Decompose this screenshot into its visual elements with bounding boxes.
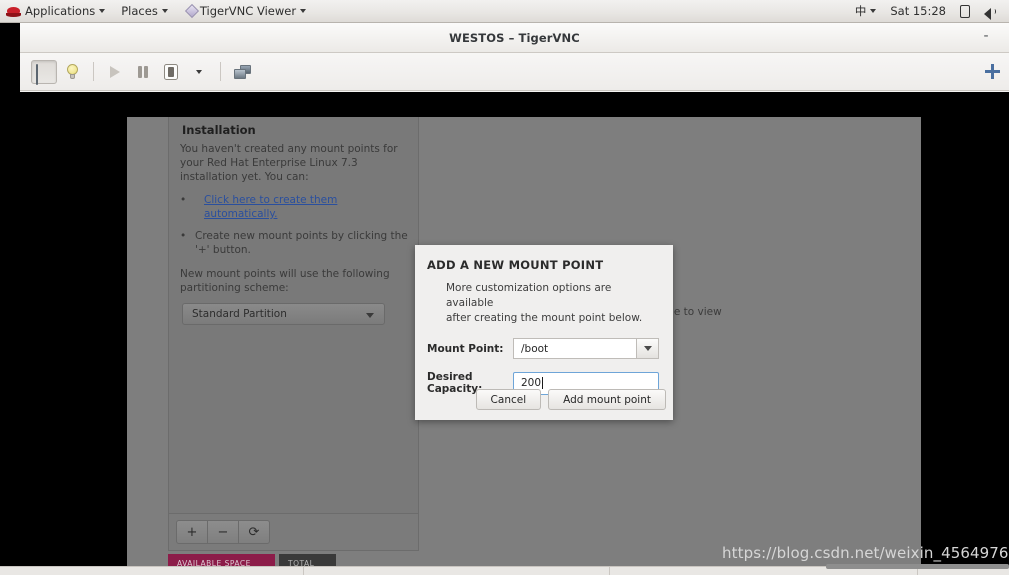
installation-panel: Installation You haven't created any mou… (168, 117, 419, 551)
chevron-down-icon (99, 9, 106, 13)
clock-label: Sat 15:28 (890, 4, 946, 18)
panel-paragraph: You haven't created any mount points for… (180, 143, 398, 183)
clipboard-icon (164, 63, 178, 80)
text-cursor (542, 377, 544, 389)
bullet-icon: • (180, 230, 187, 242)
panel-bullet-list: • Click here to create them automaticall… (169, 193, 418, 257)
toolbar-separator (220, 62, 221, 81)
toolbar-separator (93, 62, 94, 81)
mount-point-label: Mount Point: (427, 342, 504, 355)
cancel-button[interactable]: Cancel (475, 389, 542, 410)
add-mount-point-dialog: ADD A NEW MOUNT POINT More customization… (415, 245, 673, 420)
screenshot-root: Applications Places TigerVNC Viewer 中 Sa… (0, 0, 1009, 575)
menu-applications-label: Applications (25, 4, 96, 18)
options-button[interactable] (59, 60, 85, 84)
remove-mount-point-button[interactable]: − (207, 520, 239, 544)
move-handle-icon[interactable] (985, 64, 1000, 79)
play-button[interactable] (102, 60, 128, 84)
mount-point-dropdown-button[interactable] (636, 338, 659, 359)
create-automatically-link[interactable]: Click here to create them automatically. (204, 193, 408, 221)
menu-places-label: Places (121, 4, 158, 18)
chevron-down-icon (643, 346, 652, 351)
tigervnc-diamond-icon (184, 3, 200, 19)
vnc-canvas[interactable]: Installation You haven't created any mou… (20, 92, 1009, 575)
gnome-top-bar: Applications Places TigerVNC Viewer 中 Sa… (0, 0, 1009, 23)
add-mount-point-button[interactable]: + (176, 520, 208, 544)
tigervnc-window: WESTOS – TigerVNC - Installation You hav… (20, 23, 1009, 575)
dialog-subtitle-line2: after creating the mount point below. (446, 312, 643, 324)
clock[interactable]: Sat 15:28 (883, 0, 953, 22)
menu-tigervnc-viewer[interactable]: TigerVNC Viewer (176, 0, 314, 22)
dialog-actions: Cancel Add mount point (475, 389, 666, 410)
partitioning-scheme-text: New mount points will use the following … (180, 268, 390, 294)
input-method-indicator[interactable]: 中 (848, 0, 884, 22)
window-switcher-button[interactable] (229, 60, 255, 84)
full-screen-button[interactable] (31, 59, 57, 85)
taskbar-segment[interactable] (0, 567, 304, 575)
clipboard-button[interactable] (158, 60, 184, 84)
remote-desktop-anaconda: Installation You haven't created any mou… (127, 117, 921, 575)
mount-point-combobox[interactable]: /boot (513, 338, 659, 359)
vnc-titlebar: WESTOS – TigerVNC - (20, 23, 1009, 53)
add-mount-point-confirm-button[interactable]: Add mount point (548, 389, 666, 410)
taskbar-segment[interactable] (304, 567, 610, 575)
horizontal-scrollbar[interactable] (826, 564, 1009, 569)
panel-title: Installation (182, 123, 256, 137)
list-item: • Click here to create them automaticall… (169, 193, 418, 221)
gnome-top-bar-right: 中 Sat 15:28 (848, 0, 1009, 22)
window-switcher-icon (233, 64, 251, 79)
vnc-toolbar-right (985, 64, 1009, 79)
pause-icon (138, 65, 148, 78)
mount-point-row: Mount Point: /boot (415, 338, 673, 359)
partitioning-scheme-select[interactable]: Standard Partition (182, 303, 385, 325)
battery-icon (960, 4, 970, 18)
vnc-window-title: WESTOS – TigerVNC (449, 30, 580, 45)
minimize-button[interactable]: - (979, 29, 993, 43)
redhat-logo-icon (6, 5, 21, 18)
watermark: https://blog.csdn.net/weixin_45649763 (722, 544, 1009, 562)
full-screen-icon (36, 63, 52, 85)
bullet-icon: • (180, 194, 187, 206)
mount-point-input[interactable]: /boot (513, 338, 636, 359)
battery-indicator[interactable] (953, 0, 977, 22)
volume-icon (984, 5, 996, 20)
dialog-title: ADD A NEW MOUNT POINT (427, 258, 604, 272)
dialog-subtitle-line1: More customization options are available (446, 282, 612, 309)
volume-indicator[interactable] (977, 0, 1003, 22)
vnc-toolbar (20, 53, 1009, 91)
desired-capacity-value: 200 (521, 377, 542, 389)
chevron-down-icon (366, 313, 374, 318)
panel-footer-toolbar: + − ⟳ (169, 513, 418, 550)
list-item: • Create new mount points by clicking th… (169, 229, 418, 257)
options-bulb-icon (66, 63, 79, 80)
chevron-down-icon (161, 9, 168, 13)
play-icon (110, 65, 120, 78)
chevron-down-icon (870, 9, 877, 13)
menu-places[interactable]: Places (113, 0, 176, 22)
gnome-top-bar-left: Applications Places TigerVNC Viewer (0, 0, 314, 22)
reset-button[interactable]: ⟳ (238, 520, 270, 544)
dialog-subtitle: More customization options are available… (415, 272, 673, 326)
menu-applications[interactable]: Applications (0, 0, 113, 22)
list-item-text: Create new mount points by clicking the … (195, 230, 408, 256)
menu-tigervnc-viewer-label: TigerVNC Viewer (199, 4, 297, 18)
pause-button[interactable] (130, 60, 156, 84)
clipboard-dropdown-button[interactable] (186, 60, 212, 84)
dropdown-caret-icon (196, 69, 202, 74)
chevron-down-icon (300, 9, 307, 13)
input-method-label: 中 (854, 4, 867, 18)
partitioning-scheme-value: Standard Partition (192, 308, 287, 320)
